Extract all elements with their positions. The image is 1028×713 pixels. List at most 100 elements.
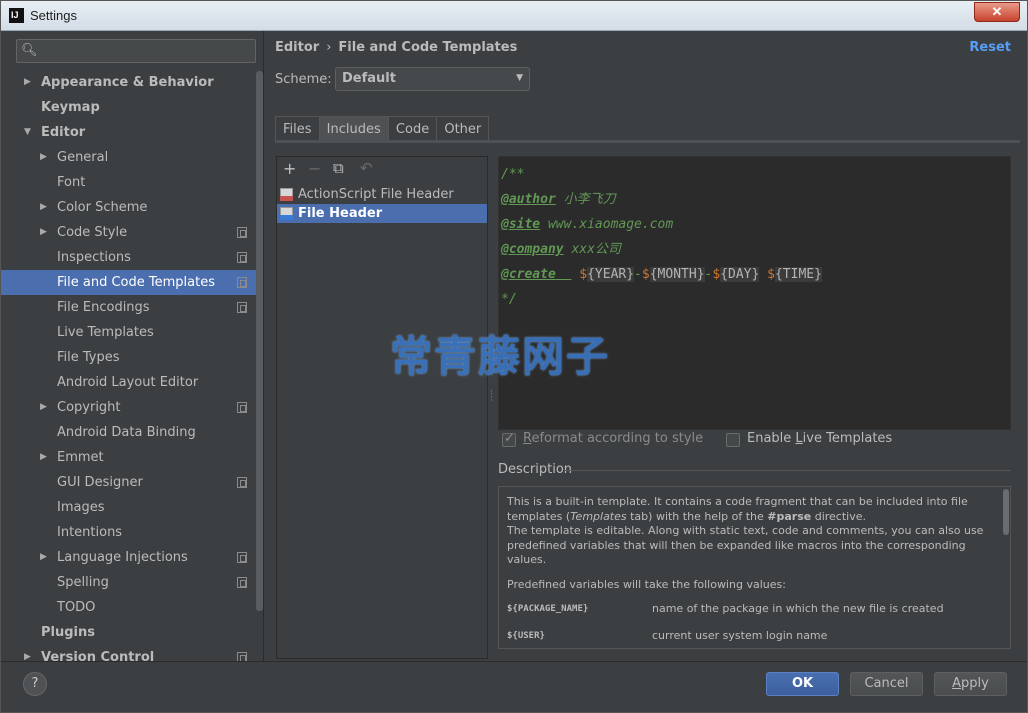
template-item-label: ActionScript File Header: [298, 187, 454, 202]
sidebar-item-keymap[interactable]: Keymap: [1, 95, 263, 120]
tab-other[interactable]: Other: [436, 116, 490, 141]
collapsed-arrow-icon[interactable]: ▶: [40, 145, 47, 170]
title-bar: IJ Settings ✕: [1, 1, 1027, 31]
sidebar-item-code-style[interactable]: ▶ Code Style: [1, 220, 263, 245]
apply-button[interactable]: Apply: [934, 672, 1007, 696]
project-settings-icon: [237, 652, 247, 661]
sidebar-item-label: Keymap: [41, 100, 100, 115]
window-title: Settings: [30, 8, 77, 23]
create-gap: [556, 267, 572, 282]
sidebar-item-file-types[interactable]: File Types: [1, 345, 263, 370]
sidebar-item-label: Color Scheme: [57, 200, 148, 215]
tabs-divider: [275, 140, 1020, 143]
description-scrollbar[interactable]: [1003, 489, 1009, 535]
sidebar-item-label: Font: [57, 175, 86, 190]
template-code-editor[interactable]: /** @author 小李飞刀 @site www.xiaomage.com …: [498, 156, 1011, 430]
checkbox-box: [726, 433, 740, 447]
template-item-actionscript[interactable]: ActionScript File Header: [277, 185, 487, 204]
sidebar-item-font[interactable]: Font: [1, 170, 263, 195]
variable-desc: current user system login name: [652, 629, 828, 642]
dollar-sign: $: [712, 267, 721, 282]
sidebar-item-general[interactable]: ▶ General: [1, 145, 263, 170]
dialog-footer: ? OK Cancel Apply: [1, 661, 1027, 712]
sidebar-item-label: Inspections: [57, 250, 131, 265]
sidebar-item-appearance-behavior[interactable]: ▶ Appearance & Behavior: [1, 70, 263, 95]
dollar-sign: $: [767, 267, 775, 282]
description-panel: This is a built-in template. It contains…: [498, 486, 1011, 649]
author-tag: @author: [501, 192, 556, 207]
sidebar-item-label: General: [57, 150, 109, 165]
sidebar-item-inspections[interactable]: Inspections: [1, 245, 263, 270]
copy-template-button[interactable]: ⧉: [333, 159, 344, 177]
settings-window: IJ Settings ✕ 🔍︎ ▶ Appearance & Behavior K…: [0, 0, 1028, 713]
sidebar-item-label: Emmet: [57, 450, 104, 465]
sidebar-item-file-encodings[interactable]: File Encodings: [1, 295, 263, 320]
sidebar-item-spelling[interactable]: Spelling: [1, 570, 263, 595]
collapsed-arrow-icon[interactable]: ▶: [40, 195, 47, 220]
file-template-icon: [280, 207, 293, 220]
site-tag: @site: [501, 217, 541, 232]
close-window-button[interactable]: ✕: [974, 2, 1020, 22]
sidebar-item-android-layout-editor[interactable]: Android Layout Editor: [1, 370, 263, 395]
collapsed-arrow-icon[interactable]: ▶: [40, 220, 47, 245]
tab-code[interactable]: Code: [387, 116, 438, 141]
help-button[interactable]: ?: [23, 672, 47, 696]
splitter-handle[interactable]: · · · ·: [490, 388, 493, 406]
remove-template-button[interactable]: −: [308, 159, 321, 178]
sidebar-item-label: GUI Designer: [57, 475, 143, 490]
sidebar-item-plugins[interactable]: Plugins: [1, 620, 263, 645]
sidebar-item-label: Intentions: [57, 525, 123, 540]
sidebar-scrollbar[interactable]: [256, 71, 263, 611]
project-settings-icon: [237, 277, 247, 288]
add-template-button[interactable]: +: [283, 159, 296, 178]
template-tabs: Files Includes Code Other: [275, 116, 490, 141]
sidebar-item-intentions[interactable]: Intentions: [1, 520, 263, 545]
sidebar-item-editor[interactable]: ▼ Editor: [1, 120, 263, 145]
scheme-label: Scheme:: [275, 72, 332, 87]
collapsed-arrow-icon[interactable]: ▶: [24, 645, 31, 661]
reset-link[interactable]: Reset: [969, 40, 1011, 55]
sidebar-item-label: Plugins: [41, 625, 95, 640]
sidebar-item-images[interactable]: Images: [1, 495, 263, 520]
sidebar-item-color-scheme[interactable]: ▶ Color Scheme: [1, 195, 263, 220]
main-panel: Editor › File and Code Templates Reset Sch…: [265, 31, 1027, 661]
sidebar-item-gui-designer[interactable]: GUI Designer: [1, 470, 263, 495]
sidebar-item-todo[interactable]: TODO: [1, 595, 263, 620]
scheme-dropdown[interactable]: Default ▼: [335, 67, 530, 91]
project-settings-icon: [237, 402, 247, 413]
sidebar-item-emmet[interactable]: ▶ Emmet: [1, 445, 263, 470]
settings-sidebar: 🔍︎ ▶ Appearance & Behavior Keymap ▼ Editor ▶ G…: [1, 31, 264, 661]
sidebar-item-file-and-code-templates[interactable]: File and Code Templates: [1, 270, 263, 295]
breadcrumb-separator: ›: [326, 40, 332, 55]
sidebar-item-live-templates[interactable]: Live Templates: [1, 320, 263, 345]
collapsed-arrow-icon[interactable]: ▶: [40, 545, 47, 570]
tab-files[interactable]: Files: [275, 116, 320, 141]
project-settings-icon: [237, 227, 247, 238]
sidebar-item-language-injections[interactable]: ▶ Language Injections: [1, 545, 263, 570]
sidebar-item-android-data-binding[interactable]: Android Data Binding: [1, 420, 263, 445]
author-value: 小李飞刀: [555, 192, 616, 207]
description-intro: This is a built-in template. It contains…: [507, 495, 984, 566]
var-time: {TIME}: [774, 267, 822, 282]
collapsed-arrow-icon[interactable]: ▶: [40, 395, 47, 420]
sidebar-item-label: Live Templates: [57, 325, 154, 340]
sidebar-item-copyright[interactable]: ▶ Copyright: [1, 395, 263, 420]
comment-close: */: [501, 292, 517, 307]
search-input[interactable]: 🔍︎: [16, 39, 256, 63]
tab-includes[interactable]: Includes: [318, 116, 389, 141]
scheme-value: Default: [342, 71, 396, 86]
collapsed-arrow-icon[interactable]: ▶: [40, 445, 47, 470]
search-icon: 🔍︎: [21, 43, 38, 58]
ok-button[interactable]: OK: [766, 672, 839, 696]
company-value: xxx公司: [563, 242, 621, 257]
reset-template-button[interactable]: ↶: [360, 159, 373, 177]
expanded-arrow-icon[interactable]: ▼: [24, 120, 31, 145]
template-item-file-header[interactable]: File Header: [277, 204, 487, 223]
sidebar-item-version-control[interactable]: ▶ Version Control: [1, 645, 263, 661]
description-divider: [565, 470, 1011, 471]
cancel-button[interactable]: Cancel: [850, 672, 923, 696]
collapsed-arrow-icon[interactable]: ▶: [24, 70, 31, 95]
var-month: {MONTH}: [649, 267, 705, 282]
live-templates-label: Enable Live Templates: [747, 431, 893, 446]
